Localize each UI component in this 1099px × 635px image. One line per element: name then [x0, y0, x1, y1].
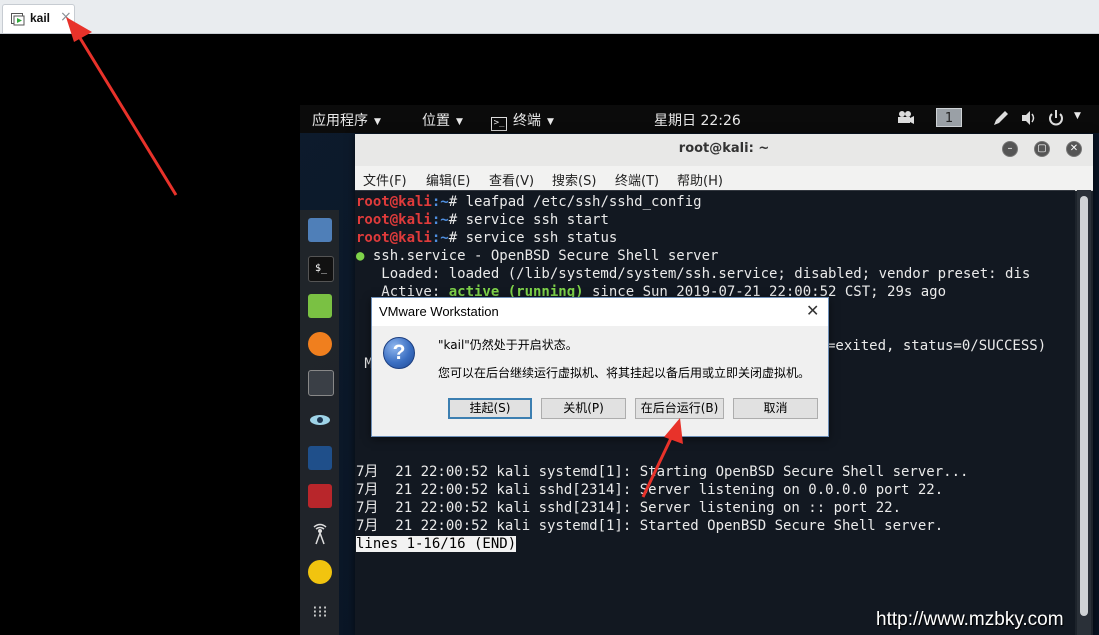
suspend-button[interactable]: 挂起(S): [448, 398, 532, 419]
run-in-background-button[interactable]: 在后台运行(B): [635, 398, 724, 419]
dialog-body: ? "kail"仍然处于开启状态。 您可以在后台继续运行虚拟机、将其挂起以备后用…: [372, 326, 828, 436]
applications-menu[interactable]: 应用程序 ▼: [312, 110, 381, 130]
caret-down-icon: ▼: [374, 117, 381, 127]
question-icon: ?: [383, 337, 415, 369]
power-icon[interactable]: [1047, 109, 1065, 127]
close-icon[interactable]: ✕: [1066, 141, 1082, 157]
wifi-tool-icon[interactable]: [308, 522, 332, 546]
terminal-line: root@kali:~# leafpad /etc/ssh/sshd_confi…: [356, 194, 702, 210]
clock[interactable]: 星期日 22:26: [654, 110, 741, 130]
terminal-app-menu[interactable]: >_ 终端 ▼: [491, 110, 554, 131]
cancel-button[interactable]: 取消: [733, 398, 818, 419]
workspace-indicator[interactable]: 1: [936, 108, 962, 127]
wifite-icon[interactable]: [308, 560, 332, 584]
minimize-icon[interactable]: –: [1002, 141, 1018, 157]
dash-dock: $_ ⁝⁝⁝: [300, 210, 339, 635]
terminal-small-icon: >_: [491, 117, 507, 131]
terminal-line-fragment: =exited, status=0/SUCCESS): [827, 338, 1047, 354]
pen-icon[interactable]: [992, 109, 1010, 127]
video-camera-icon[interactable]: [896, 109, 914, 125]
menu-search[interactable]: 搜索(S): [552, 170, 596, 189]
terminal-log-line: 7月 21 22:00:52 kali sshd[2314]: Server l…: [356, 482, 944, 498]
arrow-to-tab-close: [66, 17, 178, 196]
armitage-icon[interactable]: [308, 484, 332, 508]
terminal-log-line: 7月 21 22:00:52 kali systemd[1]: Starting…: [356, 464, 969, 480]
dialog-message-line2: 您可以在后台继续运行虚拟机、将其挂起以备后用或立即关闭虚拟机。: [438, 366, 811, 380]
files-icon[interactable]: [308, 218, 332, 242]
burpsuite-icon[interactable]: [308, 370, 334, 396]
menu-help[interactable]: 帮助(H): [677, 170, 723, 189]
terminal-icon[interactable]: $_: [308, 256, 334, 282]
browser-icon[interactable]: [308, 332, 332, 356]
dialog-close-icon[interactable]: ✕: [806, 301, 819, 320]
maximize-icon[interactable]: ▢: [1034, 141, 1050, 157]
terminal-title: root@kali: ~: [678, 141, 770, 156]
vmware-tab-bar: kail ×: [0, 0, 1099, 34]
watermark-url: http://www.mzbky.com: [876, 609, 1064, 630]
terminal-menubar: 文件(F) 编辑(E) 查看(V) 搜索(S) 终端(T) 帮助(H): [355, 166, 1093, 191]
vm-tab-label: kail: [30, 11, 51, 25]
terminal-log-line: 7月 21 22:00:52 kali sshd[2314]: Server l…: [356, 500, 902, 516]
notes-icon[interactable]: [308, 294, 332, 318]
dialog-title: VMware Workstation: [379, 304, 499, 319]
vm-tab-kail[interactable]: kail ×: [2, 4, 75, 33]
close-tab-icon[interactable]: ×: [60, 9, 72, 25]
terminal-line: Loaded: loaded (/lib/systemd/system/ssh.…: [356, 266, 1031, 282]
terminal-line: root@kali:~# service ssh status: [356, 230, 618, 246]
menu-terminal[interactable]: 终端(T): [615, 170, 659, 189]
show-apps-grid-icon[interactable]: ⁝⁝⁝: [308, 600, 332, 624]
metasploit-icon[interactable]: [308, 446, 332, 470]
scrollbar-thumb[interactable]: [1080, 196, 1088, 616]
places-menu[interactable]: 位置 ▼: [422, 110, 463, 130]
volume-icon[interactable]: [1020, 109, 1038, 127]
caret-down-icon: ▼: [456, 117, 463, 127]
menu-view[interactable]: 查看(V): [489, 170, 534, 189]
gnome-top-panel: 应用程序 ▼ 位置 ▼ >_ 终端 ▼ 星期日 22:26 1 ▼: [300, 105, 1099, 133]
terminal-scrollbar[interactable]: [1077, 190, 1091, 635]
menu-file[interactable]: 文件(F): [363, 170, 407, 189]
terminal-titlebar[interactable]: root@kali: ~ – ▢ ✕: [355, 134, 1093, 167]
caret-down-icon: ▼: [547, 117, 554, 127]
vmware-close-dialog: VMware Workstation ✕ ? "kail"仍然处于开启状态。 您…: [371, 297, 829, 437]
caret-down-icon[interactable]: ▼: [1074, 111, 1081, 121]
eye-icon[interactable]: [308, 408, 332, 432]
power-off-button[interactable]: 关机(P): [541, 398, 626, 419]
terminal-line: ● ssh.service - OpenBSD Secure Shell ser…: [356, 248, 719, 264]
dialog-message-line1: "kail"仍然处于开启状态。: [438, 338, 578, 352]
vm-running-icon: [11, 13, 25, 26]
pager-status: lines 1-16/16 (END): [356, 536, 517, 552]
terminal-log-line: 7月 21 22:00:52 kali systemd[1]: Started …: [356, 518, 944, 534]
terminal-line: root@kali:~# service ssh start: [356, 212, 609, 228]
menu-edit[interactable]: 编辑(E): [426, 170, 470, 189]
